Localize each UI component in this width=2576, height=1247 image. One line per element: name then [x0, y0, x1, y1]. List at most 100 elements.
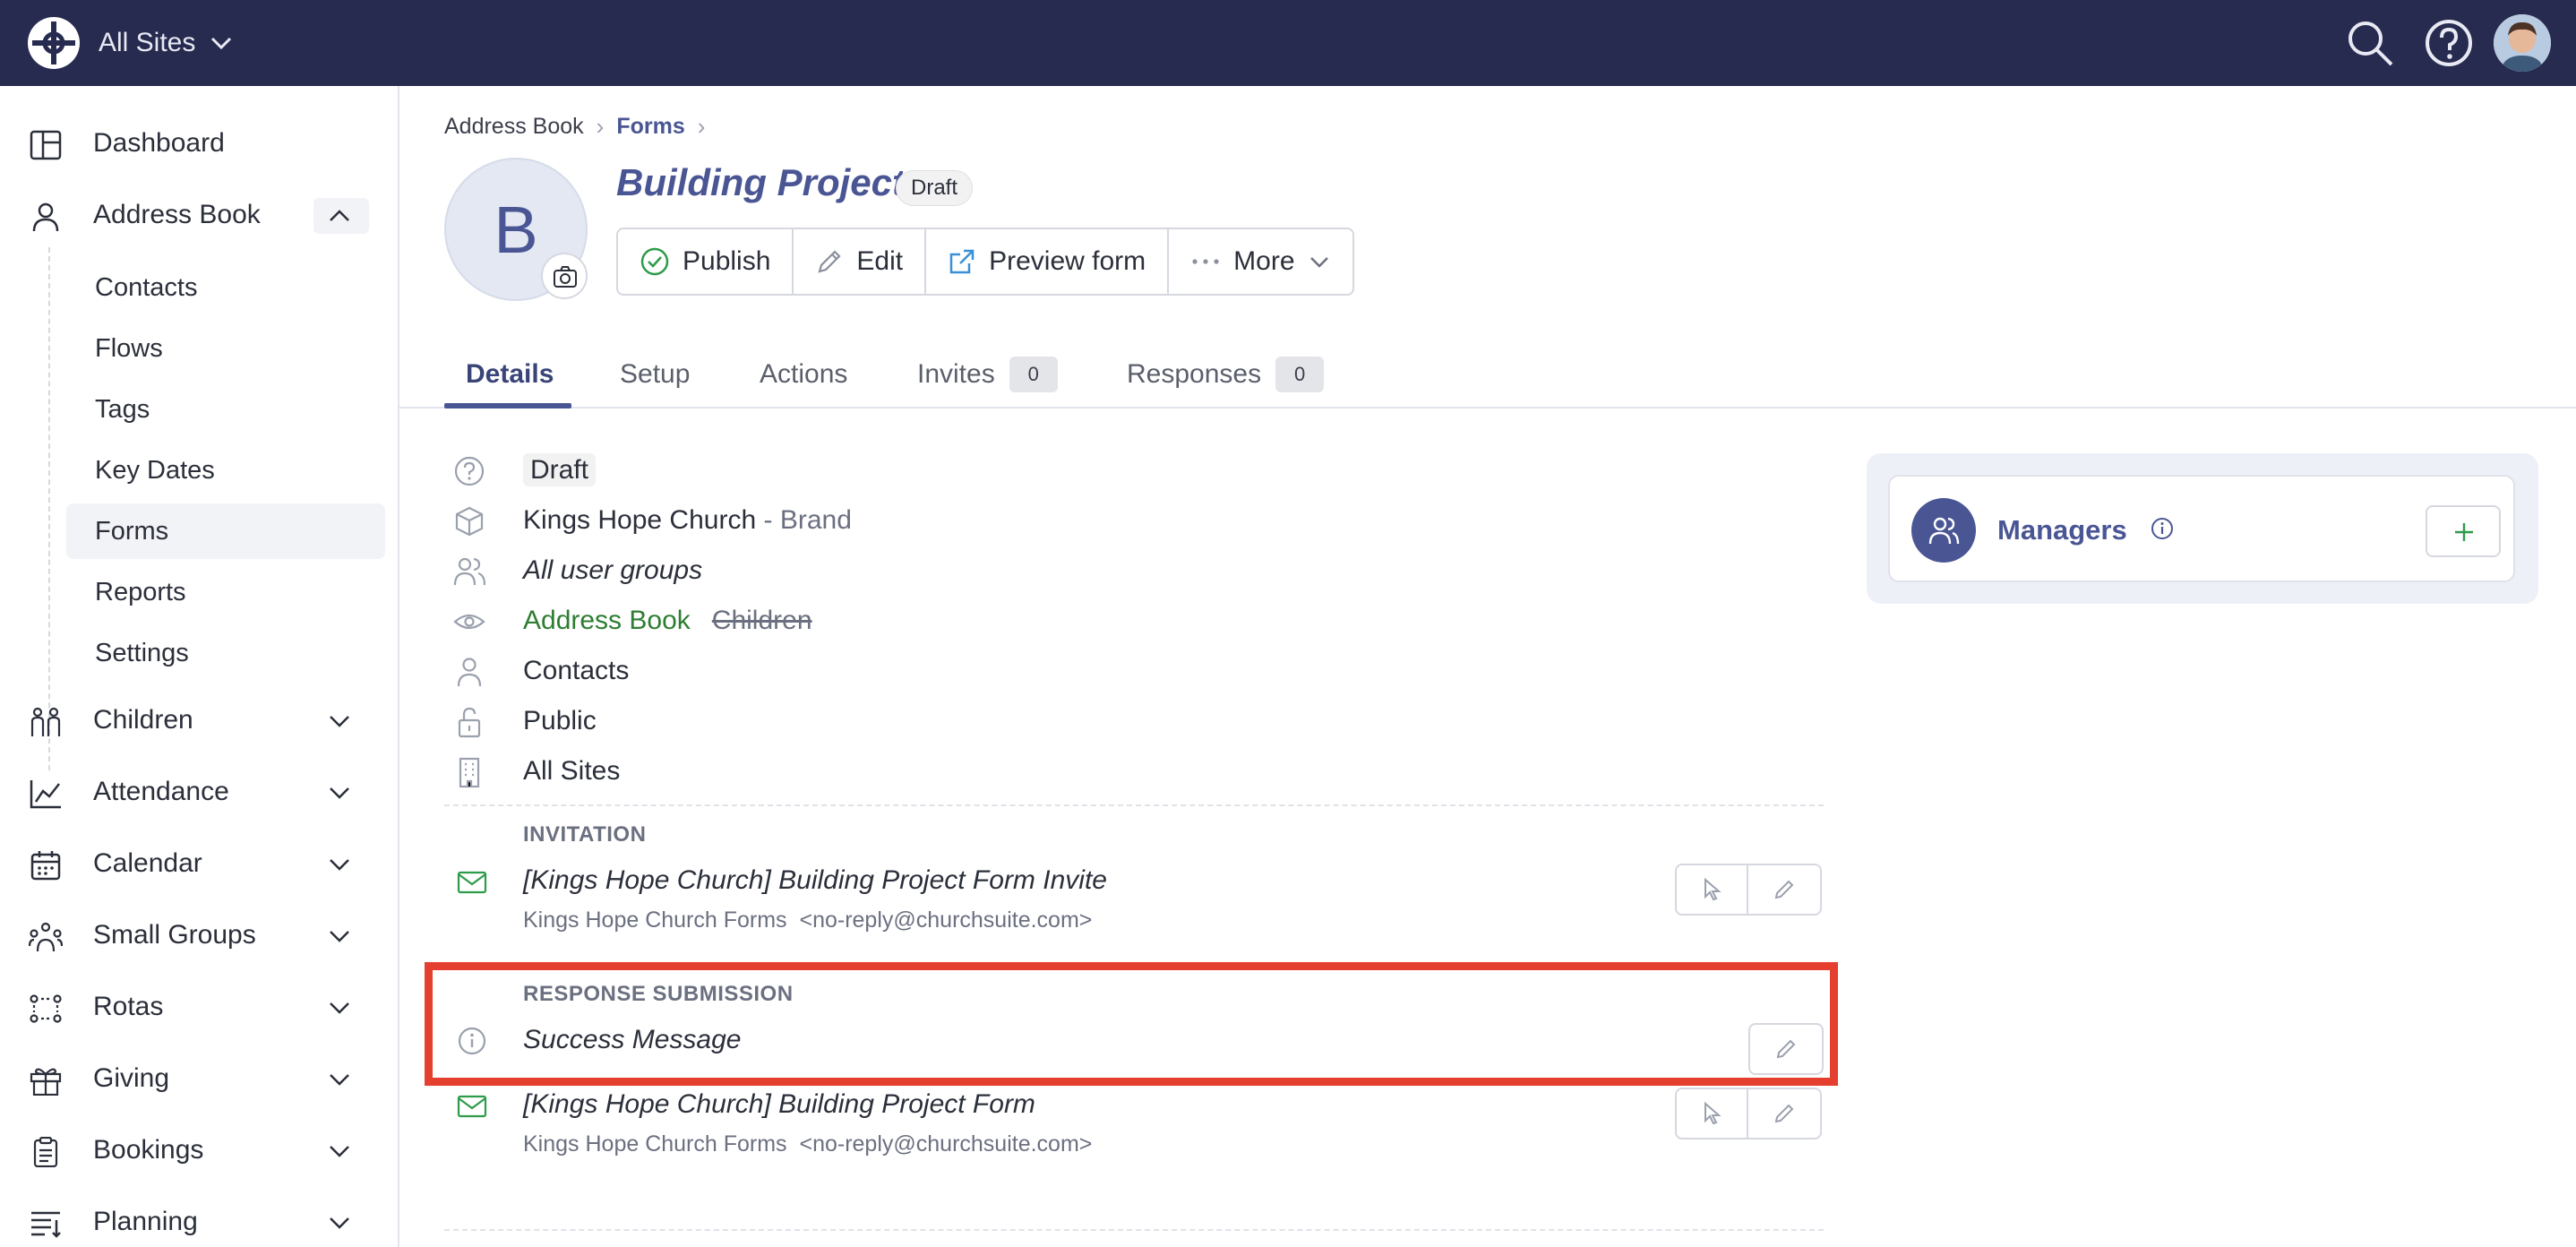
chevron-down-icon [326, 925, 353, 947]
edit-button[interactable]: Edit [794, 229, 927, 294]
edit-label: Edit [856, 246, 904, 276]
form-actions-toolbar: Publish Edit Preview form More [616, 228, 1354, 296]
sidebar-item-label: Planning [93, 1207, 198, 1236]
sidebar-item-label: Bookings [93, 1135, 204, 1165]
search-icon[interactable] [2345, 18, 2395, 68]
envelope-icon [457, 869, 487, 896]
section-divider [444, 1229, 1824, 1231]
eye-icon [453, 606, 485, 638]
publish-button[interactable]: Publish [618, 229, 794, 294]
pencil-icon [1774, 1104, 1794, 1123]
sender-name: Kings Hope Church Forms [523, 1131, 787, 1157]
sidebar-item-bookings[interactable]: Bookings [0, 1121, 399, 1180]
tab-label: Details [466, 359, 554, 389]
breadcrumb-address-book[interactable]: Address Book [444, 114, 584, 140]
sidebar-item-dashboard[interactable]: Dashboard [0, 114, 399, 173]
preview-form-button[interactable]: Preview form [926, 229, 1170, 294]
status-badge: Draft [896, 170, 974, 206]
active-tab-indicator [444, 403, 571, 408]
sidebar-subitem-reports[interactable]: Reports [66, 564, 385, 620]
sidebar-item-planning[interactable]: Planning [0, 1192, 399, 1247]
users-icon [453, 555, 485, 588]
access-value: Public [523, 706, 597, 735]
sidebar-item-calendar[interactable]: Calendar [0, 834, 399, 893]
info-icon[interactable] [2150, 516, 2175, 541]
cube-icon [453, 505, 485, 538]
sidebar-item-label: Calendar [93, 848, 202, 878]
add-manager-button[interactable] [2426, 505, 2501, 557]
tab-label: Invites [917, 359, 995, 389]
count-badge: 0 [1275, 357, 1325, 392]
confirmation-email-actions [1675, 1088, 1822, 1140]
chevron-down-icon [326, 710, 353, 732]
check-circle-icon [640, 246, 670, 277]
tab-setup[interactable]: Setup [620, 340, 690, 408]
preview-email-button[interactable] [1677, 1089, 1748, 1138]
tab-actions[interactable]: Actions [760, 340, 847, 408]
calendar-icon [29, 850, 63, 881]
breadcrumb-forms[interactable]: Forms [616, 114, 684, 140]
site-switcher[interactable]: All Sites [99, 0, 233, 86]
more-button[interactable]: More [1169, 229, 1352, 294]
user-avatar[interactable] [2494, 14, 2551, 72]
person-icon [29, 202, 63, 232]
sidebar-item-giving[interactable]: Giving [0, 1049, 399, 1108]
chevron-down-icon [326, 1069, 353, 1090]
sidebar-item-attendance[interactable]: Attendance [0, 762, 399, 821]
edit-email-button[interactable] [1748, 1089, 1820, 1138]
page-title: Building Project [616, 161, 906, 203]
pencil-icon [815, 247, 844, 276]
visibility-active: Address Book [523, 606, 691, 635]
sidebar-item-address-book[interactable]: Address Book [0, 185, 399, 245]
sidebar-item-label: Attendance [93, 777, 229, 806]
change-photo-button[interactable] [541, 253, 588, 299]
sidebar-subitem-flows[interactable]: Flows [66, 321, 385, 376]
pointer-icon [1704, 1101, 1722, 1125]
sidebar-item-small-groups[interactable]: Small Groups [0, 906, 399, 965]
person-icon [453, 656, 485, 688]
sidebar-subitem-key-dates[interactable]: Key Dates [66, 443, 385, 498]
top-bar: All Sites [0, 0, 2576, 86]
sidebar-subitem-settings[interactable]: Settings [66, 625, 385, 681]
chevron-down-icon [210, 35, 233, 51]
sidebar-item-label: Giving [93, 1063, 170, 1093]
chart-icon [29, 778, 63, 809]
sidebar-item-label: Address Book [93, 200, 261, 229]
plus-icon [2455, 523, 2473, 541]
pointer-icon [1704, 877, 1722, 901]
sidebar-subitem-tags[interactable]: Tags [66, 382, 385, 437]
group-icon [29, 922, 63, 952]
managers-icon [1911, 498, 1976, 563]
tab-responses[interactable]: Responses 0 [1127, 340, 1325, 408]
sidebar-subitem-forms[interactable]: Forms [66, 503, 385, 559]
edit-email-button[interactable] [1748, 865, 1820, 914]
planning-icon [29, 1208, 63, 1239]
envelope-icon [457, 1093, 487, 1120]
sidebar-item-rotas[interactable]: Rotas [0, 977, 399, 1036]
dashboard-icon [29, 130, 63, 160]
chevron-right-icon: › [596, 113, 605, 140]
record-type-value: Contacts [523, 656, 630, 685]
preview-email-button[interactable] [1677, 865, 1748, 914]
tab-invites[interactable]: Invites 0 [917, 340, 1058, 408]
tab-label: Setup [620, 359, 691, 389]
tab-bar: Details Setup Actions Invites 0 Responses… [399, 340, 2576, 408]
help-icon[interactable] [2424, 18, 2474, 68]
ellipsis-icon [1190, 257, 1221, 266]
chevron-up-icon [326, 205, 353, 227]
sidebar: Dashboard Address Book Contacts Flows Ta… [0, 86, 399, 1247]
clipboard-icon [29, 1137, 63, 1167]
tab-details[interactable]: Details [466, 340, 554, 408]
user-groups-value: All user groups [523, 555, 703, 585]
chevron-down-icon [326, 854, 353, 875]
sidebar-subitem-contacts[interactable]: Contacts [66, 260, 385, 315]
rotas-icon [29, 993, 63, 1024]
visibility-excluded: Children [711, 606, 812, 635]
invitation-subject: [Kings Hope Church] Building Project For… [523, 865, 1107, 895]
app-logo-icon[interactable] [27, 16, 81, 70]
sites-value: All Sites [523, 756, 621, 786]
sender-email: <no-reply@churchsuite.com> [799, 907, 1093, 933]
managers-panel: Managers [1867, 453, 2538, 604]
sidebar-item-children[interactable]: Children [0, 691, 399, 750]
confirmation-email-sender: Kings Hope Church Forms <no-reply@church… [523, 1131, 1092, 1157]
